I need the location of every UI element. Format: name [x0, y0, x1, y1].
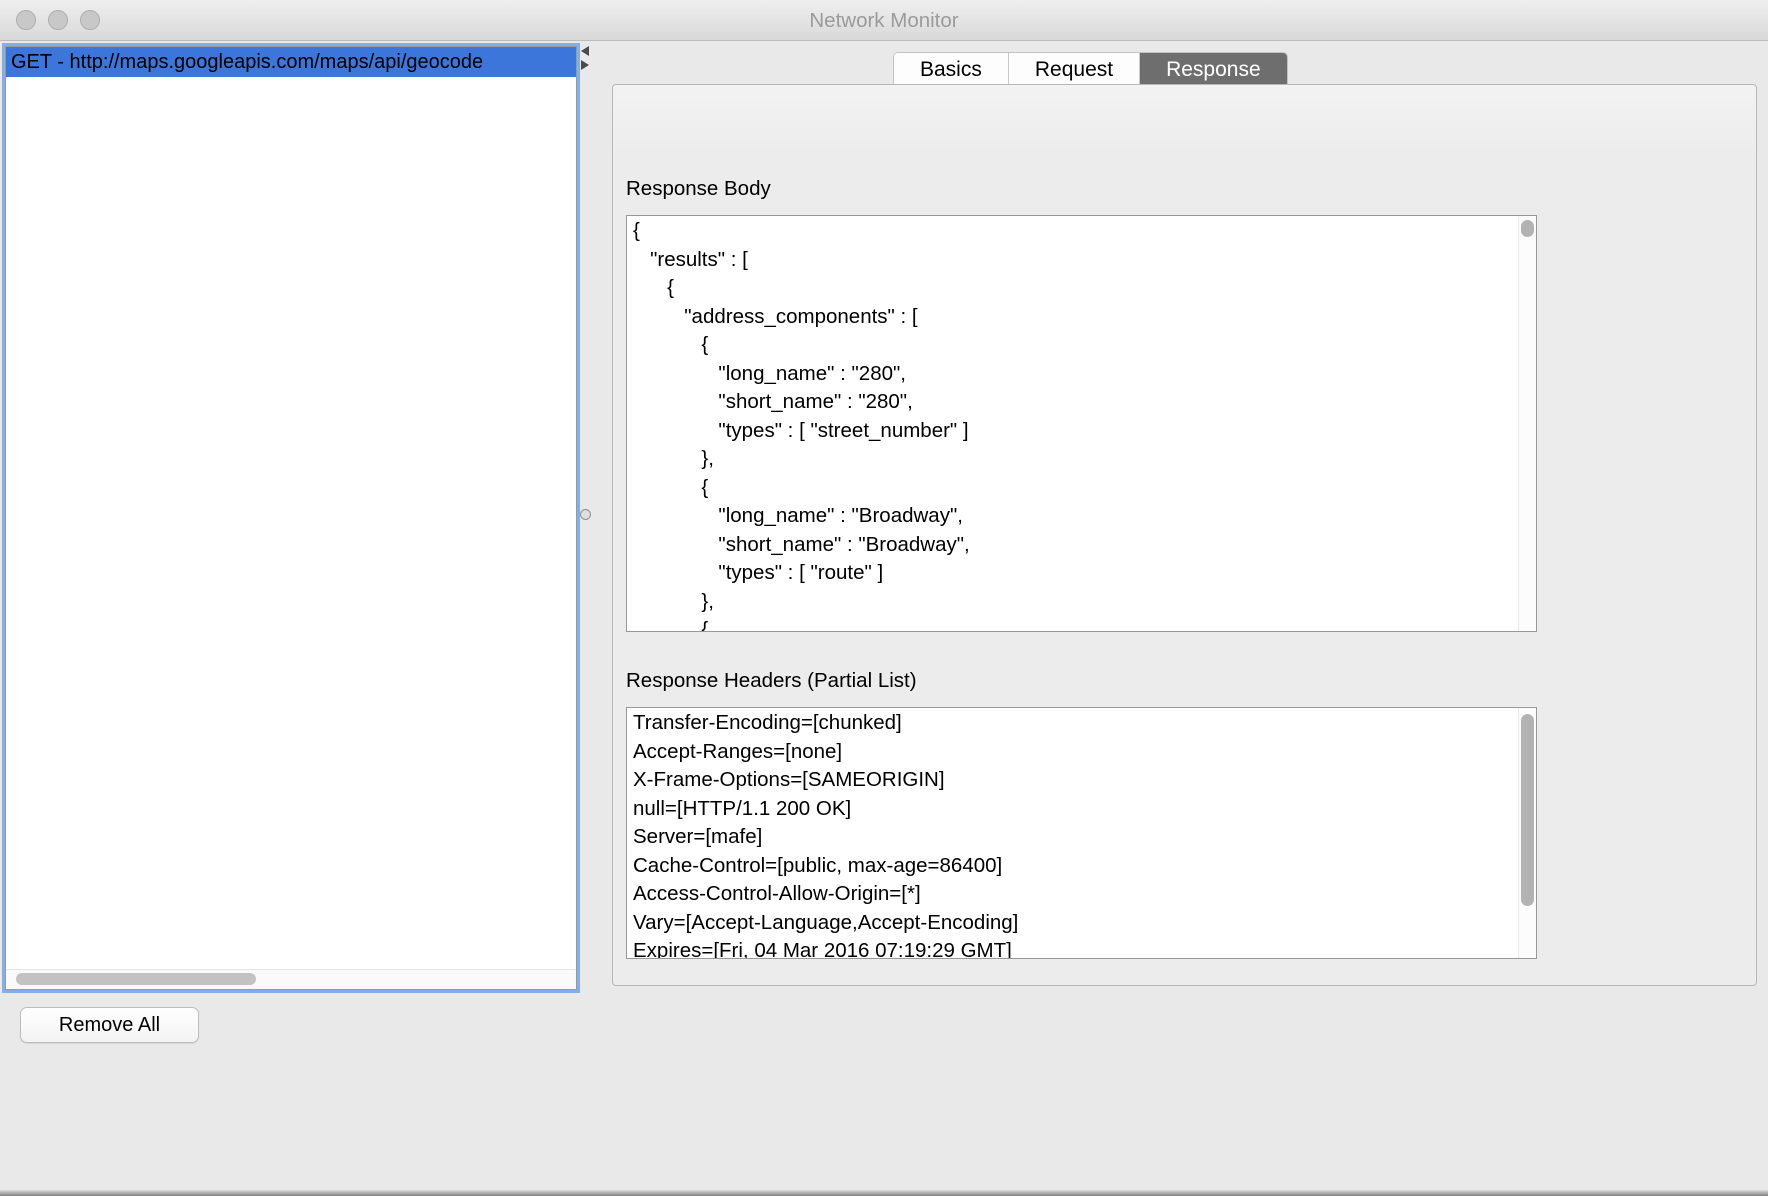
window-bottom-edge [0, 1190, 1768, 1196]
response-body-scrollbar-thumb[interactable] [1521, 220, 1534, 237]
titlebar: Network Monitor [0, 0, 1768, 41]
network-monitor-window: Network Monitor GET - http://maps.google… [0, 0, 1768, 1196]
tab-response[interactable]: Response [1140, 53, 1287, 87]
split-divider[interactable] [579, 44, 591, 990]
collapse-right-icon[interactable] [581, 60, 589, 70]
response-body-scrollbar[interactable] [1518, 216, 1536, 631]
response-headers-textarea[interactable]: Transfer-Encoding=[chunked] Accept-Range… [626, 707, 1537, 959]
request-list-item[interactable]: GET - http://maps.googleapis.com/maps/ap… [6, 47, 576, 77]
request-list-horizontal-scrollbar[interactable] [6, 969, 576, 989]
tab-basics[interactable]: Basics [894, 53, 1009, 87]
response-tab-panel: Response Body { "results" : [ { "address… [612, 84, 1757, 986]
tab-bar: Basics Request Response [893, 52, 1288, 88]
response-body-text: { "results" : [ { "address_components" :… [627, 216, 1536, 632]
remove-all-button[interactable]: Remove All [20, 1007, 199, 1043]
response-headers-text: Transfer-Encoding=[chunked] Accept-Range… [627, 708, 1536, 959]
response-headers-scrollbar[interactable] [1518, 708, 1536, 958]
window-title: Network Monitor [0, 0, 1768, 41]
tab-request[interactable]: Request [1009, 53, 1140, 87]
response-headers-label: Response Headers (Partial List) [626, 669, 917, 693]
response-headers-scrollbar-thumb[interactable] [1521, 714, 1534, 906]
horizontal-scrollbar-thumb[interactable] [16, 973, 256, 985]
response-body-label: Response Body [626, 177, 771, 201]
response-body-textarea[interactable]: { "results" : [ { "address_components" :… [626, 215, 1537, 632]
splitter-knob-icon[interactable] [580, 509, 591, 520]
request-list-panel[interactable]: GET - http://maps.googleapis.com/maps/ap… [5, 46, 577, 990]
collapse-left-icon[interactable] [581, 46, 589, 56]
